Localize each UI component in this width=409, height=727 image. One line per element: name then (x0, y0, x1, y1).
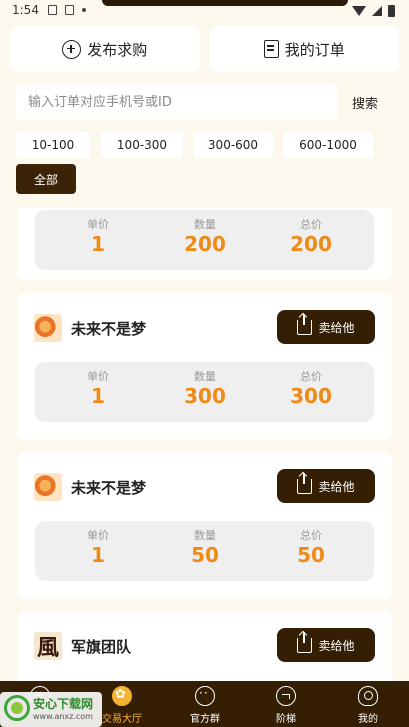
stat-total-label: 总价 (300, 218, 322, 231)
nav-item-label: 阶梯 (276, 714, 296, 725)
stat-total-label: 总价 (300, 529, 322, 542)
seller-name: 军旗团队 (71, 637, 132, 656)
upload-icon (297, 313, 313, 335)
stat-quantity-value: 300 (184, 384, 226, 408)
stat-total-value: 200 (290, 232, 332, 256)
battery-icon (388, 5, 395, 17)
seller-name: 未来不是梦 (71, 478, 147, 497)
stat-total-label: 总价 (300, 370, 322, 383)
app-root: 1:54 发布求购 我的订单 搜索 10-100 100-300 300 (0, 0, 409, 727)
nav-item-mine[interactable]: 我的 (338, 681, 398, 727)
sell-to-him-button[interactable]: 卖给他 (277, 628, 375, 662)
listing-stats: 单价 1 数量 200 总价 200 (35, 210, 374, 270)
nav-item-ladder[interactable]: 阶梯 (256, 681, 316, 727)
stat-quantity-label: 数量 (194, 370, 216, 383)
status-bar: 1:54 (0, 0, 409, 22)
listing-card: 風 军旗团队 卖给他 (17, 611, 392, 681)
listing-seller: 未来不是梦 (34, 469, 146, 505)
wifi-icon (352, 6, 366, 16)
chat-bubble-icon (195, 686, 215, 706)
status-notch (102, 0, 348, 6)
user-icon (358, 686, 378, 706)
filter-chip-all[interactable]: 全部 (16, 164, 76, 194)
listing-card: 未来不是梦 卖给他 单价 1 数量 300 总价 300 (17, 293, 392, 440)
stat-price-label: 单价 (87, 370, 109, 383)
nav-item-label: 官方群 (190, 714, 220, 725)
plus-circle-icon (62, 39, 82, 59)
seller-avatar: 風 (34, 632, 62, 661)
stat-price-value: 1 (91, 232, 105, 256)
seller-avatar (34, 473, 62, 501)
stat-quantity-label: 数量 (194, 529, 216, 542)
listing-list[interactable]: 单价 1 数量 200 总价 200 未来不是梦 卖给他 单价 1 数量 300… (0, 208, 409, 681)
stat-quantity-value: 50 (191, 543, 219, 567)
seller-avatar (34, 314, 62, 342)
watermark-logo-icon (4, 695, 30, 721)
listing-seller: 風 军旗团队 (34, 628, 131, 664)
stat-quantity-value: 200 (184, 232, 226, 256)
status-notification-icons (48, 5, 86, 15)
publish-request-label: 发布求购 (87, 40, 148, 59)
sell-to-him-label: 卖给他 (318, 320, 355, 335)
listing-card: 未来不是梦 卖给他 单价 1 数量 50 总价 50 (17, 452, 392, 599)
trading-hall-icon (112, 686, 132, 706)
sell-to-him-button[interactable]: 卖给他 (277, 310, 375, 344)
sell-to-him-label: 卖给他 (318, 479, 355, 494)
top-actions: 发布求购 我的订单 (10, 26, 399, 72)
stat-quantity-label: 数量 (194, 218, 216, 231)
my-orders-label: 我的订单 (284, 40, 345, 59)
sell-to-him-button[interactable]: 卖给他 (277, 469, 375, 503)
upload-icon (297, 631, 313, 653)
publish-request-button[interactable]: 发布求购 (10, 26, 200, 72)
document-icon (263, 40, 279, 58)
signal-icon (372, 6, 382, 16)
nav-item-official-group[interactable]: 官方群 (175, 681, 235, 727)
listing-stats: 单价 1 数量 50 总价 50 (35, 521, 374, 581)
filter-chip-300-600[interactable]: 300-600 (193, 132, 273, 158)
stat-total-value: 50 (297, 543, 325, 567)
search-button[interactable]: 搜索 (352, 93, 378, 112)
nav-item-label: 我的 (358, 714, 378, 725)
stat-price-label: 单价 (87, 218, 109, 231)
watermark-url: www.anxz.com (33, 712, 93, 721)
filter-chip-600-1000[interactable]: 600-1000 (283, 132, 373, 158)
stat-total-value: 300 (290, 384, 332, 408)
filter-chip-100-300[interactable]: 100-300 (101, 132, 183, 158)
notification-dot-icon (82, 8, 86, 12)
my-orders-button[interactable]: 我的订单 (209, 26, 399, 72)
stat-price-value: 1 (91, 543, 105, 567)
filter-chip-10-100[interactable]: 10-100 (16, 132, 90, 158)
listing-stats: 单价 1 数量 300 总价 300 (35, 362, 374, 422)
stat-price-value: 1 (91, 384, 105, 408)
watermark-title: 安心下载网 (33, 697, 94, 711)
ladder-icon (276, 686, 296, 706)
sell-to-him-label: 卖给他 (318, 638, 355, 653)
search-row: 搜索 (16, 84, 399, 120)
notification-icon (65, 5, 74, 15)
status-time: 1:54 (12, 3, 39, 17)
watermark: 安心下载网 www.anxz.com (0, 692, 102, 727)
listing-card: 单价 1 数量 200 总价 200 (17, 208, 392, 280)
upload-icon (297, 472, 313, 494)
seller-name: 未来不是梦 (71, 319, 147, 338)
status-system-icons (352, 5, 395, 17)
stat-price-label: 单价 (87, 529, 109, 542)
notification-icon (48, 5, 57, 15)
search-input[interactable] (16, 84, 338, 120)
listing-seller: 未来不是梦 (34, 310, 146, 346)
